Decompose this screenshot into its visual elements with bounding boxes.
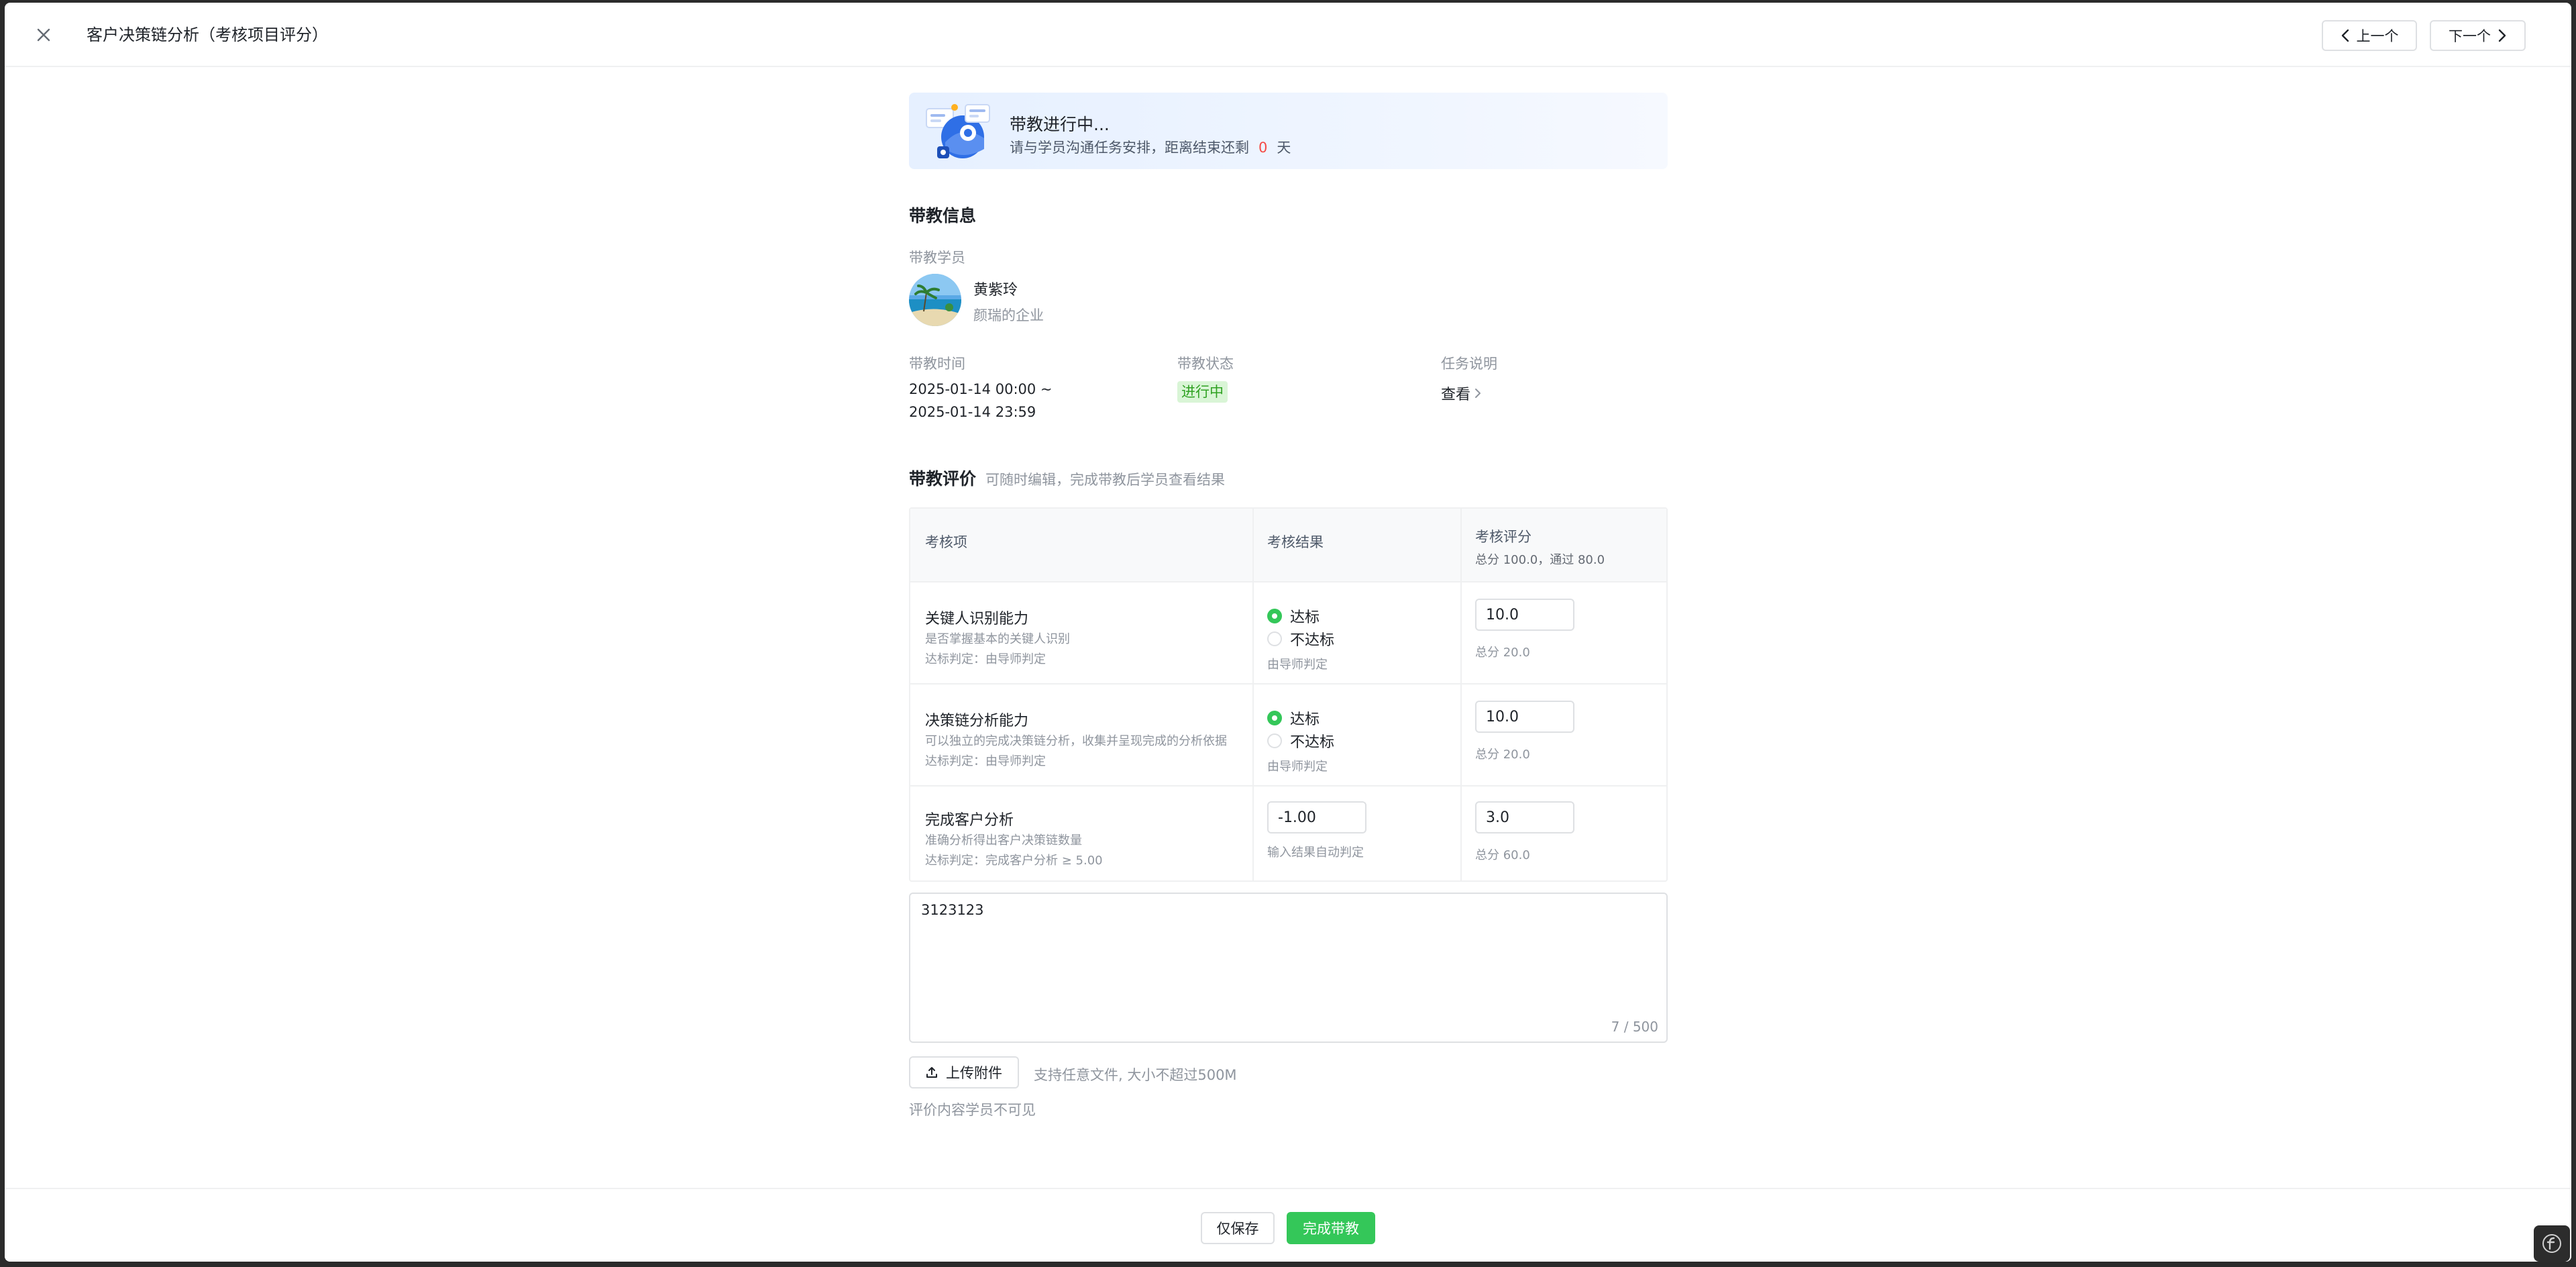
row-item-name: 关键人识别能力 [925, 611, 1029, 627]
result-note: 由导师判定 [1267, 658, 1328, 672]
table-row: 决策链分析能力 可以独立的完成决策链分析，收集并呈现完成的分析依据 达标判定：由… [910, 685, 1666, 787]
assistant-logo-icon [2542, 1234, 2561, 1253]
time-end: 2025-01-14 23:59 [909, 404, 1036, 420]
upload-hint: 支持任意文件, 大小不超过500M [1034, 1067, 1237, 1083]
chevron-left-icon [2341, 29, 2349, 42]
view-task-link[interactable]: 查看 [1441, 383, 1481, 404]
status-label: 带教状态 [1177, 356, 1234, 372]
radio-checked-icon [1267, 711, 1282, 725]
column-header-result: 考核结果 [1267, 534, 1324, 550]
save-only-button[interactable]: 仅保存 [1201, 1212, 1275, 1244]
next-button[interactable]: 下一个 [2430, 20, 2526, 51]
prev-label: 上一个 [2356, 28, 2399, 44]
upload-attachment-button[interactable]: 上传附件 [909, 1056, 1019, 1088]
score-total: 总分 20.0 [1475, 748, 1530, 762]
comment-textarea[interactable]: 3123123 [910, 894, 1666, 1042]
row-item-rule: 达标判定：由导师判定 [925, 754, 1046, 768]
row-item-name: 完成客户分析 [925, 812, 1014, 829]
table-header: 考核项 考核结果 考核评分 总分 100.0，通过 80.0 [910, 509, 1666, 582]
score-total: 总分 60.0 [1475, 848, 1530, 862]
radio-unchecked-icon [1267, 631, 1282, 646]
radio-pass[interactable]: 达标 [1267, 605, 1320, 627]
upload-icon [926, 1067, 937, 1078]
char-count: 7 / 500 [1611, 1019, 1658, 1035]
assistant-badge[interactable] [2534, 1225, 2570, 1262]
row-item-rule: 达标判定：完成客户分析 ≥ 5.00 [925, 854, 1103, 868]
result-value-input[interactable] [1267, 801, 1366, 833]
evaluation-header: 带教评价 可随时编辑，完成带教后学员查看结果 [909, 466, 1225, 490]
dialog-header: 客户决策链分析（考核项目评分） 上一个 下一个 [5, 3, 2571, 67]
page-title: 客户决策链分析（考核项目评分） [87, 26, 328, 44]
radio-pass-label: 达标 [1290, 609, 1320, 626]
score-total: 总分 20.0 [1475, 646, 1530, 660]
table-row: 关键人识别能力 是否掌握基本的关键人识别 达标判定：由导师判定 达标 不达标 由… [910, 582, 1666, 685]
radio-unchecked-icon [1267, 733, 1282, 748]
radio-fail[interactable]: 不达标 [1267, 628, 1334, 650]
evaluation-table: 考核项 考核结果 考核评分 总分 100.0，通过 80.0 关键人识别能力 是… [909, 507, 1668, 882]
column-header-score: 考核评分 [1475, 529, 1532, 545]
radio-fail-label: 不达标 [1290, 734, 1335, 751]
chevron-right-icon [1475, 389, 1481, 398]
evaluation-hint: 可随时编辑，完成带教后学员查看结果 [985, 472, 1226, 488]
row-item-desc: 可以独立的完成决策链分析，收集并呈现完成的分析依据 [925, 734, 1227, 748]
score-input[interactable] [1475, 801, 1574, 833]
avatar-image-icon [909, 274, 961, 326]
status-banner: 带教进行中... 请与学员沟通任务安排，距离结束还剩 0 天 [909, 93, 1668, 169]
info-section-title: 带教信息 [909, 206, 977, 225]
row-item-name: 决策链分析能力 [925, 713, 1029, 729]
radio-pass[interactable]: 达标 [1267, 707, 1320, 729]
finish-teaching-button[interactable]: 完成带教 [1287, 1212, 1375, 1244]
prev-button[interactable]: 上一个 [2322, 20, 2417, 51]
task-label: 任务说明 [1441, 356, 1497, 372]
radio-fail[interactable]: 不达标 [1267, 730, 1334, 752]
radio-pass-label: 达标 [1290, 711, 1320, 728]
time-start: 2025-01-14 00:00 ~ [909, 381, 1053, 397]
dialog-footer: 仅保存 完成带教 [5, 1188, 2571, 1262]
next-label: 下一个 [2449, 28, 2491, 44]
visibility-note: 评价内容学员不可见 [909, 1102, 1036, 1118]
chevron-right-icon [2498, 29, 2506, 42]
radio-checked-icon [1267, 609, 1282, 623]
banner-subtitle: 请与学员沟通任务安排，距离结束还剩 0 天 [1010, 137, 1291, 157]
days-unit: 天 [1277, 140, 1291, 156]
result-note: 由导师判定 [1267, 760, 1328, 774]
status-badge: 进行中 [1177, 381, 1228, 403]
dialog-window: 客户决策链分析（考核项目评分） 上一个 下一个 带教进行中... 请与学员沟通任… [5, 3, 2571, 1262]
comment-box: 3123123 7 / 500 [909, 893, 1668, 1043]
student-label: 带教学员 [909, 250, 965, 266]
student-company: 颜瑞的企业 [973, 307, 1044, 323]
column-header-score-sub: 总分 100.0，通过 80.0 [1475, 553, 1605, 567]
close-button[interactable] [32, 23, 56, 47]
row-item-desc: 是否掌握基本的关键人识别 [925, 632, 1070, 646]
column-header-item: 考核项 [925, 534, 967, 550]
remaining-days: 0 [1258, 140, 1268, 156]
close-icon [37, 28, 50, 42]
score-input[interactable] [1475, 701, 1574, 733]
banner-subtitle-text: 请与学员沟通任务安排，距离结束还剩 [1010, 140, 1249, 156]
result-note: 输入结果自动判定 [1267, 846, 1364, 860]
time-label: 带教时间 [909, 356, 965, 372]
teaching-illustration-icon [926, 104, 990, 158]
score-input[interactable] [1475, 599, 1574, 631]
student-name: 黄紫玲 [973, 282, 1018, 299]
banner-title: 带教进行中... [1010, 115, 1110, 134]
table-row: 完成客户分析 准确分析得出客户决策链数量 达标判定：完成客户分析 ≥ 5.00 … [910, 787, 1666, 883]
evaluation-title: 带教评价 [909, 469, 977, 489]
upload-label: 上传附件 [946, 1065, 1002, 1081]
avatar [909, 274, 961, 326]
radio-fail-label: 不达标 [1290, 632, 1335, 649]
row-item-rule: 达标判定：由导师判定 [925, 652, 1046, 666]
row-item-desc: 准确分析得出客户决策链数量 [925, 833, 1082, 848]
view-task-label: 查看 [1441, 387, 1471, 403]
